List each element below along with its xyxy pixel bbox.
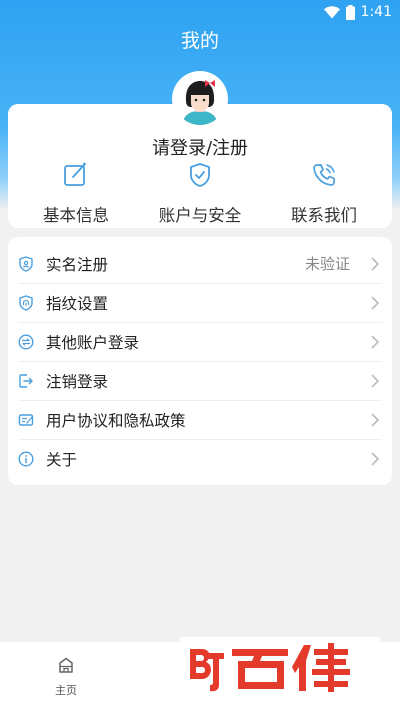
menu-item-real-name-registration[interactable]: 实名注册 未验证 bbox=[8, 244, 392, 283]
girl-avatar-icon bbox=[174, 73, 226, 125]
agreement-icon bbox=[18, 414, 34, 426]
login-register-link[interactable]: 请登录/注册 bbox=[8, 134, 392, 160]
menu-item-label: 用户协议和隐私政策 bbox=[46, 411, 186, 430]
wifi-icon bbox=[323, 5, 340, 18]
avatar[interactable] bbox=[174, 73, 226, 125]
battery-icon bbox=[345, 4, 355, 20]
menu-item-label: 指纹设置 bbox=[46, 294, 109, 313]
chevron-right-icon bbox=[371, 296, 380, 310]
page-title: 我的 bbox=[180, 30, 219, 52]
shield-id-icon bbox=[19, 256, 33, 272]
chevron-right-icon bbox=[371, 257, 380, 271]
baijia-watermark-logo bbox=[180, 637, 380, 697]
shield-check-icon bbox=[190, 163, 210, 187]
contact-us-button[interactable]: 联系我们 bbox=[260, 162, 388, 226]
menu-item-label: 实名注册 bbox=[46, 255, 109, 274]
chevron-right-icon bbox=[371, 413, 380, 427]
menu-item-fingerprint-settings[interactable]: 指纹设置 bbox=[8, 283, 392, 322]
chevron-right-icon bbox=[371, 452, 380, 466]
account-security-button[interactable]: 账户与安全 bbox=[136, 162, 264, 226]
menu-item-logout[interactable]: 注销登录 bbox=[8, 361, 392, 400]
menu-item-other-account-login[interactable]: 其他账户登录 bbox=[8, 322, 392, 361]
menu-item-about[interactable]: 关于 bbox=[8, 439, 392, 478]
verification-status: 未验证 bbox=[304, 255, 350, 273]
menu-card: 实名注册 未验证 指纹设置 其他账户登录 注销登录 用户协议和隐私政策 关于 bbox=[8, 237, 392, 485]
edit-icon bbox=[64, 162, 86, 186]
switch-account-icon bbox=[18, 334, 34, 350]
basic-info-button[interactable]: 基本信息 bbox=[12, 162, 140, 226]
chevron-right-icon bbox=[371, 374, 380, 388]
menu-item-user-agreement-privacy[interactable]: 用户协议和隐私政策 bbox=[8, 400, 392, 439]
menu-item-label: 其他账户登录 bbox=[46, 333, 140, 352]
menu-item-label: 注销登录 bbox=[46, 372, 109, 391]
status-bar: 1:41 bbox=[323, 3, 392, 21]
tab-home-label: 主页 bbox=[55, 684, 77, 697]
logout-icon bbox=[19, 374, 33, 388]
home-icon bbox=[59, 657, 73, 673]
account-security-label: 账户与安全 bbox=[158, 206, 242, 225]
tab-home[interactable]: 主页 bbox=[46, 656, 86, 698]
basic-info-label: 基本信息 bbox=[43, 206, 109, 225]
status-time: 1:41 bbox=[360, 4, 392, 20]
menu-item-label: 关于 bbox=[46, 450, 78, 469]
info-icon bbox=[18, 451, 34, 467]
contact-us-label: 联系我们 bbox=[291, 206, 357, 225]
phone-icon bbox=[313, 164, 335, 186]
fingerprint-shield-icon bbox=[19, 295, 33, 311]
chevron-right-icon bbox=[371, 335, 380, 349]
